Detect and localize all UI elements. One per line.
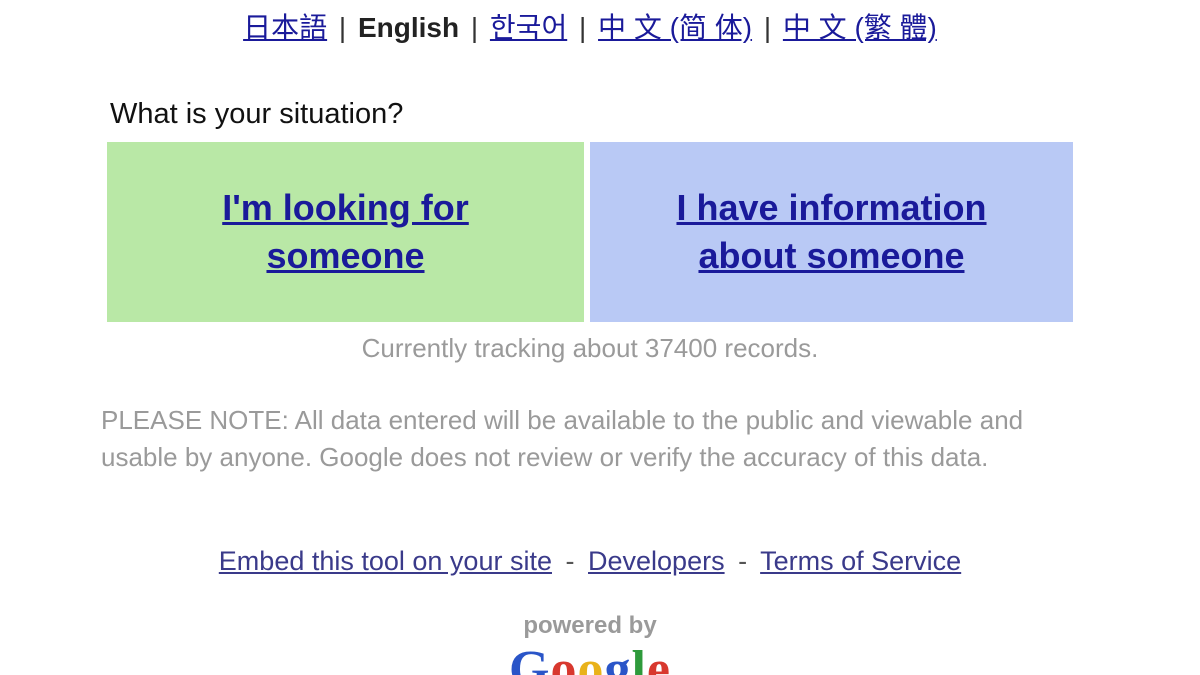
lang-separator: |	[763, 12, 772, 43]
logo-letter: G	[509, 641, 551, 675]
footer-dash: -	[738, 546, 748, 576]
logo-letter: o	[550, 641, 578, 675]
powered-by-label: powered by	[523, 612, 657, 639]
looking-line-1: I'm looking for	[222, 187, 469, 228]
lang-korean-link[interactable]: 한국어	[490, 12, 567, 43]
info-line-2: about someone	[698, 235, 965, 276]
logo-letter: l	[631, 641, 647, 675]
footer-dash: -	[565, 546, 575, 576]
have-information-link[interactable]: I have information about someone	[676, 184, 986, 280]
google-logo: Google	[0, 640, 1180, 675]
clipped-top-link[interactable]	[200, 0, 980, 6]
lang-separator: |	[578, 12, 587, 43]
logo-letter: e	[646, 641, 671, 675]
logo-letter: g	[604, 641, 632, 675]
info-line-1: I have information	[676, 187, 987, 228]
lang-chinese-simplified-link[interactable]: 中 文 (简 体)	[598, 12, 752, 43]
have-information-panel[interactable]: I have information about someone	[590, 142, 1073, 322]
terms-of-service-link[interactable]: Terms of Service	[760, 546, 961, 576]
lang-separator: |	[470, 12, 479, 43]
language-bar: 日本語 | English | 한국어 | 中 文 (简 体) | 中 文 (繁…	[0, 8, 1180, 48]
embed-tool-link[interactable]: Embed this tool on your site	[219, 546, 552, 576]
looking-for-someone-panel[interactable]: I'm looking for someone	[107, 142, 584, 322]
lang-chinese-traditional-link[interactable]: 中 文 (繁 體)	[783, 12, 937, 43]
logo-letter: o	[577, 641, 605, 675]
situation-question: What is your situation?	[110, 98, 404, 130]
records-count-text: Currently tracking about 37400 records.	[361, 333, 819, 363]
lang-english-current: English	[357, 12, 460, 43]
privacy-note: PLEASE NOTE: All data entered will be av…	[101, 405, 1024, 472]
lang-japanese-link[interactable]: 日本語	[243, 12, 327, 43]
footer-links: Embed this tool on your site - Developer…	[0, 542, 1180, 580]
lang-separator: |	[338, 12, 347, 43]
developers-link[interactable]: Developers	[588, 546, 725, 576]
looking-for-someone-link[interactable]: I'm looking for someone	[222, 184, 469, 280]
looking-line-2: someone	[266, 235, 425, 276]
